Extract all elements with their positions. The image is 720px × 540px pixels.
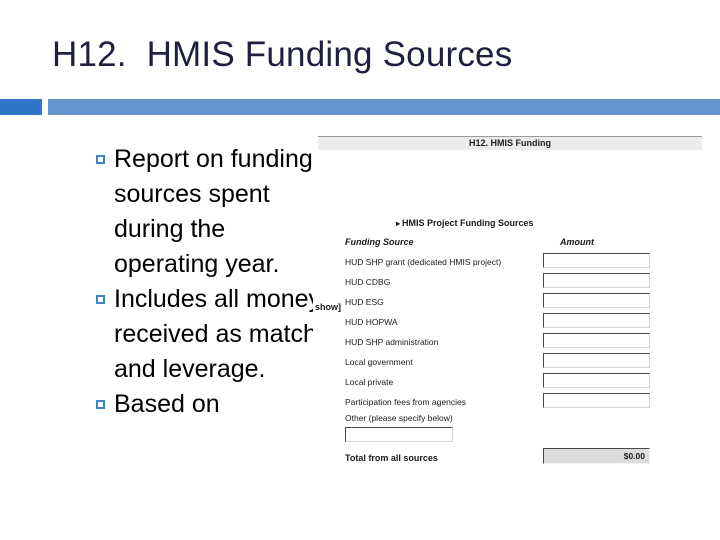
- column-header-funding-source: Funding Source: [345, 237, 414, 247]
- title-divider-bar: [48, 99, 720, 115]
- row-label: HUD SHP grant (dedicated HMIS project): [345, 257, 502, 267]
- row-label: Local government: [345, 357, 413, 367]
- title-divider: [0, 99, 720, 115]
- list-item: Includes all money received as match and…: [96, 282, 326, 387]
- bullet-text: Report on funding sources spent during t…: [114, 145, 313, 278]
- bullet-text: Includes all money received as match and…: [114, 285, 322, 383]
- table-header-row: Funding Source Amount: [345, 237, 693, 253]
- row-label: Participation fees from agencies: [345, 397, 466, 407]
- embedded-screenshot: H12. HMIS Funding show] ▸ HMIS Project Fu…: [313, 136, 702, 466]
- amount-input[interactable]: [543, 253, 650, 268]
- expand-arrow-icon: ▸: [396, 219, 401, 228]
- amount-input[interactable]: [543, 393, 650, 408]
- bullet-text: Based on: [114, 390, 220, 418]
- row-label: HUD ESG: [345, 297, 384, 307]
- row-label: HUD CDBG: [345, 277, 391, 287]
- row-label: HUD HOPWA: [345, 317, 398, 327]
- amount-input[interactable]: [543, 353, 650, 368]
- table-row: Local private: [345, 373, 693, 393]
- table-row-total: Total from all sources $0.00: [345, 447, 693, 469]
- square-bullet-icon: [96, 155, 105, 164]
- table-row: HUD ESG: [345, 293, 693, 313]
- amount-input[interactable]: [543, 273, 650, 288]
- show-hide-link[interactable]: show]: [315, 302, 341, 312]
- table-row-other: Other (please specify below): [345, 413, 693, 447]
- section-header-label: HMIS Project Funding Sources: [402, 218, 534, 228]
- amount-input[interactable]: [543, 293, 650, 308]
- table-row: Participation fees from agencies: [345, 393, 693, 413]
- square-bullet-icon: [96, 400, 105, 409]
- list-item: Report on funding sources spent during t…: [96, 142, 326, 282]
- row-label: HUD SHP administration: [345, 337, 439, 347]
- square-bullet-icon: [96, 295, 105, 304]
- title-divider-accent-square: [0, 99, 42, 115]
- row-label: Local private: [345, 377, 394, 387]
- page-title: H12. HMIS Funding Sources: [52, 35, 513, 74]
- table-row: HUD HOPWA: [345, 313, 693, 333]
- list-item: Based on: [96, 387, 326, 422]
- table-row: Local government: [345, 353, 693, 373]
- row-label-other: Other (please specify below): [345, 413, 453, 423]
- funding-sources-table: Funding Source Amount HUD SHP grant (ded…: [345, 237, 693, 469]
- amount-input[interactable]: [543, 373, 650, 388]
- screenshot-window-title: H12. HMIS Funding: [318, 136, 702, 150]
- total-label: Total from all sources: [345, 453, 438, 463]
- table-row: HUD SHP administration: [345, 333, 693, 353]
- total-value: $0.00: [543, 448, 650, 464]
- amount-input[interactable]: [543, 333, 650, 348]
- amount-input[interactable]: [543, 313, 650, 328]
- column-header-amount: Amount: [560, 237, 594, 247]
- other-specify-input[interactable]: [345, 427, 453, 442]
- section-header[interactable]: ▸ HMIS Project Funding Sources: [396, 218, 534, 228]
- bullet-list: Report on funding sources spent during t…: [96, 142, 326, 422]
- table-row: HUD SHP grant (dedicated HMIS project): [345, 253, 693, 273]
- table-row: HUD CDBG: [345, 273, 693, 293]
